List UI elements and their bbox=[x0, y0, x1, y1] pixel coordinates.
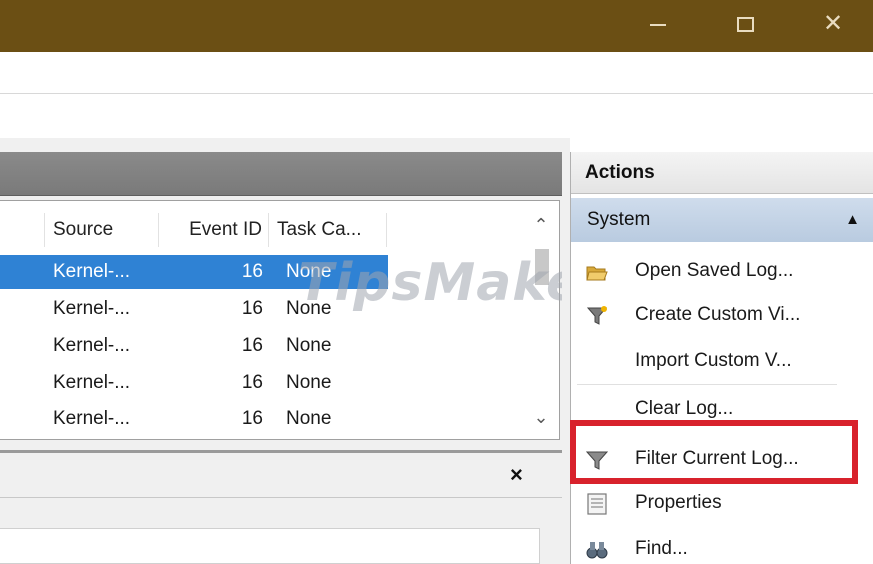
watermark: TipsMake bbox=[298, 253, 583, 313]
cell-task-category: None bbox=[286, 372, 332, 393]
action-create-custom-view[interactable]: Create Custom Vi... bbox=[571, 292, 873, 338]
cell-event-id: 16 bbox=[241, 298, 263, 319]
action-find[interactable]: Find... bbox=[571, 526, 873, 564]
action-label: Create Custom Vi... bbox=[635, 304, 801, 325]
close-icon: ✕ bbox=[822, 10, 844, 37]
scroll-down-icon[interactable]: ⌄ bbox=[523, 407, 559, 428]
cell-event-id: 16 bbox=[241, 261, 263, 282]
collapse-arrow-icon[interactable]: ▲ bbox=[845, 198, 860, 242]
cell-source: Kernel-... bbox=[53, 408, 131, 429]
detail-close-button[interactable]: × bbox=[510, 462, 523, 488]
table-row[interactable]: Kernel-... 16 None bbox=[0, 328, 530, 364]
menu-bar bbox=[0, 52, 873, 94]
column-header-task-category[interactable]: Task Ca... bbox=[269, 213, 387, 247]
properties-icon bbox=[587, 493, 607, 515]
column-header-source[interactable]: Source bbox=[44, 213, 159, 247]
close-button[interactable]: ✕ bbox=[808, 6, 858, 42]
action-label: Open Saved Log... bbox=[635, 260, 794, 281]
toolbar bbox=[0, 95, 873, 137]
events-grid: Source Event ID Task Ca... Kernel-... 16… bbox=[0, 200, 560, 440]
actions-section-system[interactable]: System ▲ bbox=[571, 198, 873, 242]
title-bar: ✕ bbox=[0, 0, 873, 52]
scroll-up-icon[interactable]: ⌃ bbox=[523, 215, 559, 236]
actions-title: Actions bbox=[571, 152, 873, 194]
vertical-scrollbar[interactable]: ⌃ ⌄ bbox=[523, 201, 559, 439]
action-import-custom-view[interactable]: Import Custom V... bbox=[571, 338, 873, 384]
event-detail-content bbox=[0, 528, 540, 564]
cell-event-id: 16 bbox=[241, 335, 263, 356]
cell-source: Kernel-... bbox=[53, 372, 131, 393]
log-header-bar bbox=[0, 152, 562, 196]
action-label: Find... bbox=[635, 538, 688, 559]
maximize-icon bbox=[736, 17, 754, 33]
table-row[interactable]: Kernel-... 16 None bbox=[0, 401, 530, 437]
cell-event-id: 16 bbox=[241, 408, 263, 429]
action-open-saved-log[interactable]: Open Saved Log... bbox=[571, 248, 873, 294]
minimize-button[interactable] bbox=[633, 6, 683, 42]
maximize-button[interactable] bbox=[720, 6, 770, 42]
pane-splitter[interactable] bbox=[562, 138, 570, 564]
action-properties[interactable]: Properties bbox=[571, 480, 873, 526]
highlight-annotation bbox=[570, 420, 858, 484]
cell-event-id: 16 bbox=[241, 372, 263, 393]
table-row[interactable]: Kernel-... 16 None bbox=[0, 365, 530, 401]
actions-section-label: System bbox=[587, 209, 651, 230]
folder-open-icon bbox=[586, 266, 608, 281]
action-label: Properties bbox=[635, 492, 722, 513]
action-label: Import Custom V... bbox=[635, 350, 792, 371]
cell-source: Kernel-... bbox=[53, 261, 131, 282]
event-detail-header bbox=[0, 450, 562, 498]
actions-divider bbox=[577, 384, 837, 385]
cell-task-category: None bbox=[286, 408, 332, 429]
cell-source: Kernel-... bbox=[53, 298, 131, 319]
funnel-create-icon bbox=[586, 306, 608, 325]
column-header-event-id[interactable]: Event ID bbox=[159, 213, 269, 247]
cell-task-category: None bbox=[286, 335, 332, 356]
binoculars-icon bbox=[586, 542, 608, 559]
actions-pane: Actions System ▲ Open Saved Log... Creat… bbox=[570, 152, 873, 564]
minimize-icon bbox=[650, 23, 666, 26]
cell-source: Kernel-... bbox=[53, 335, 131, 356]
